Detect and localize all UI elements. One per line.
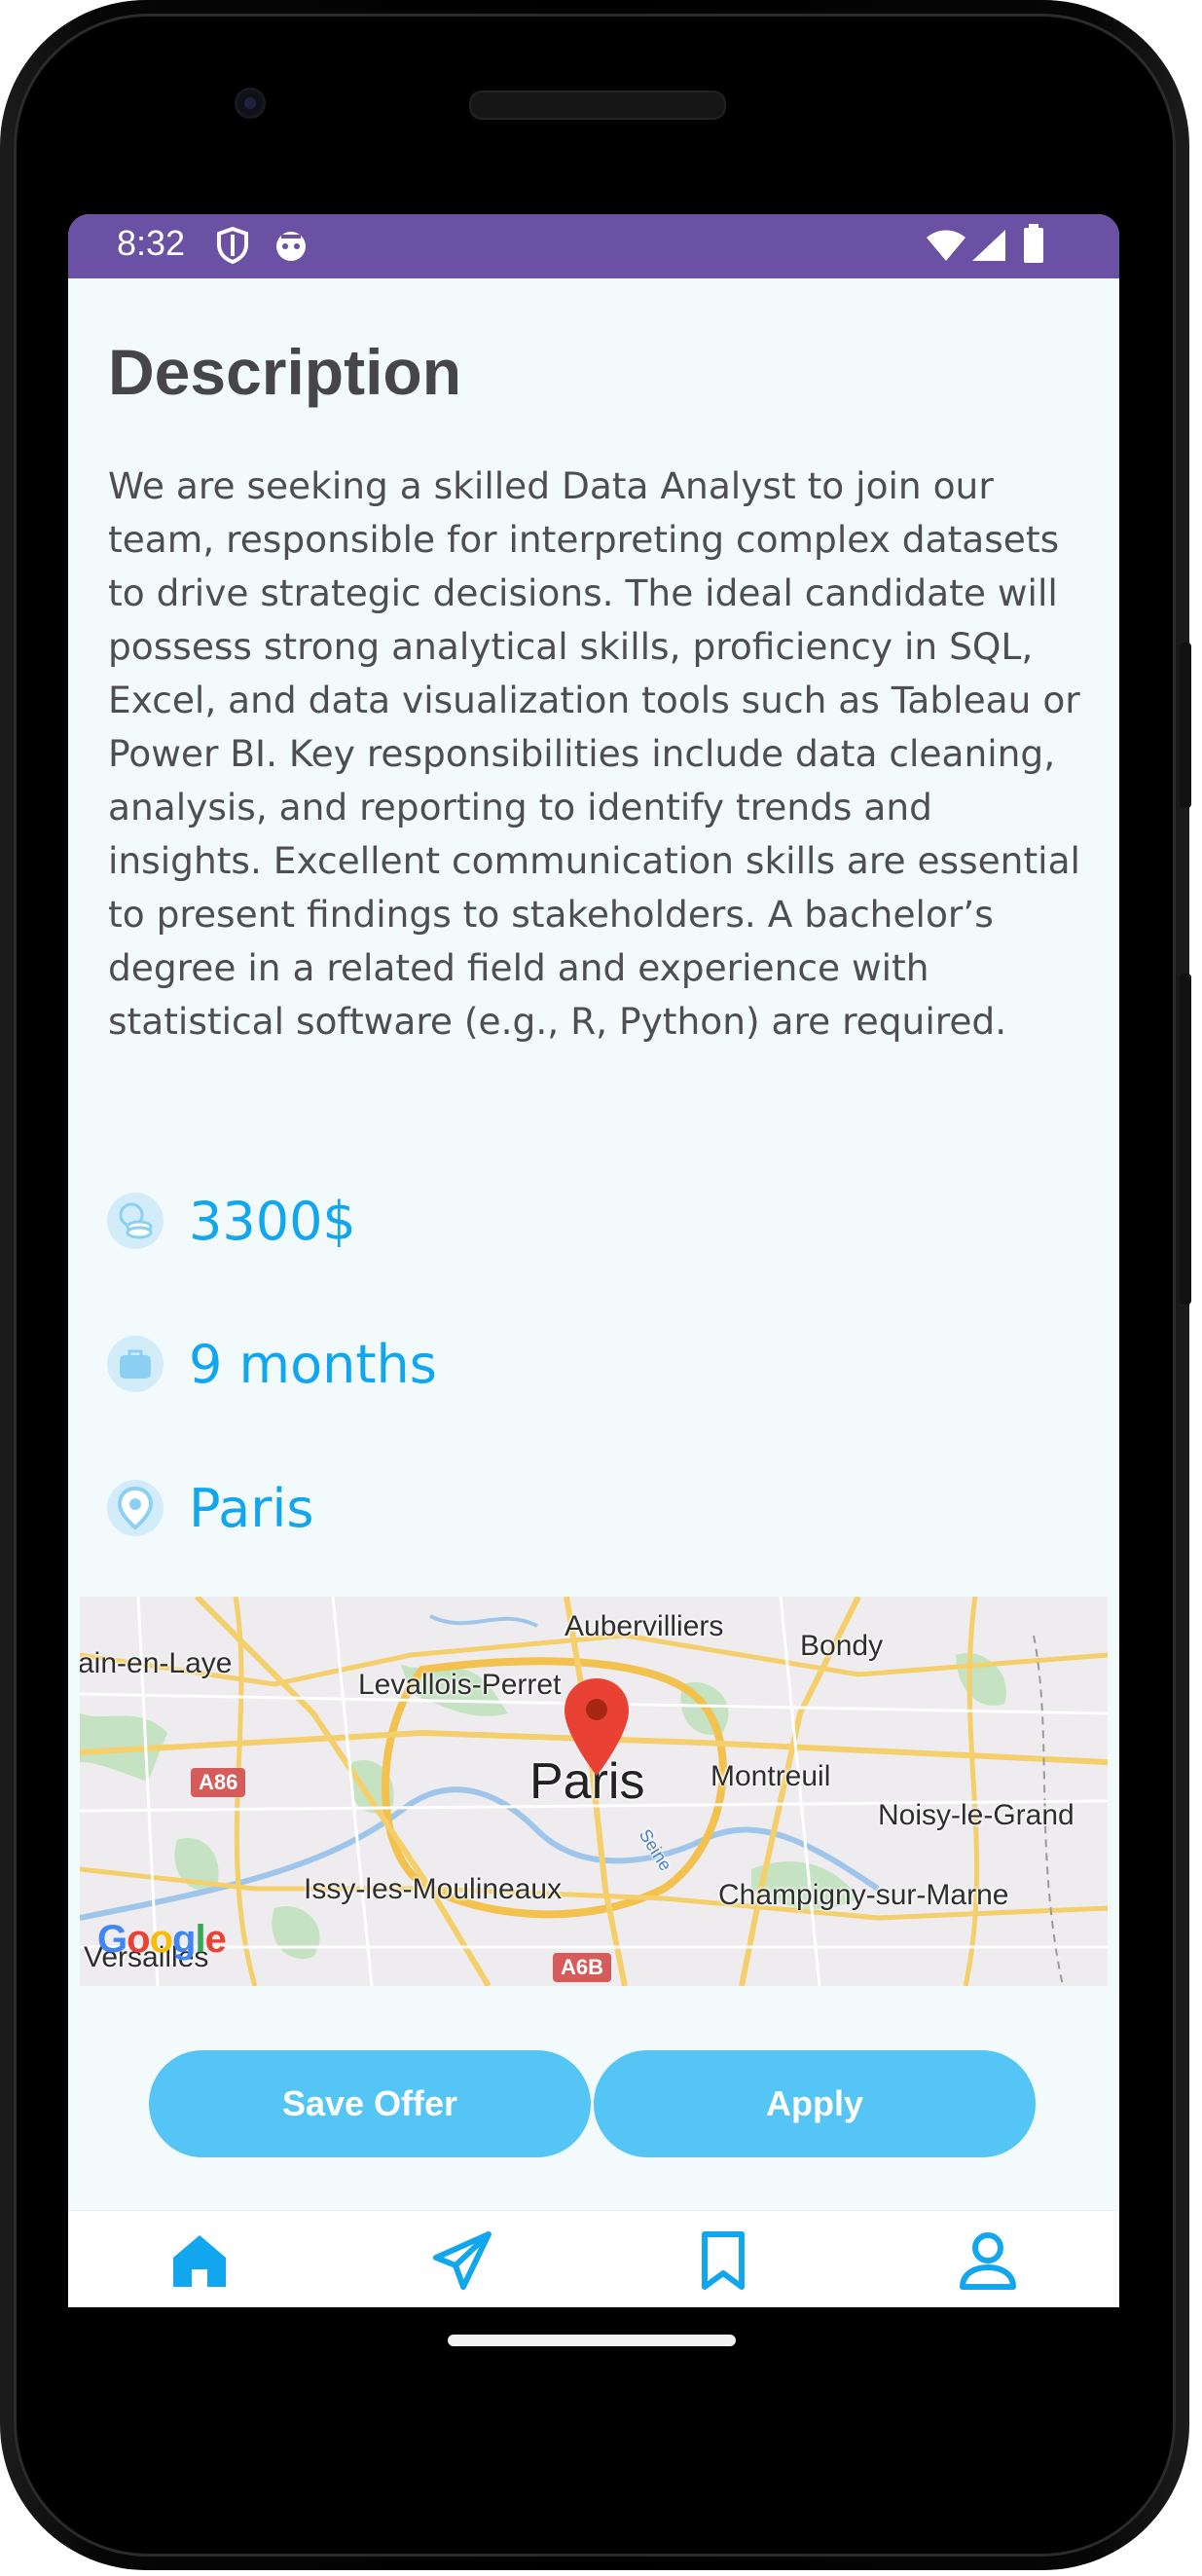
location-value: Paris (189, 1477, 314, 1539)
status-bar: 8:32 (68, 214, 1119, 278)
briefcase-icon (107, 1336, 164, 1392)
battery-icon (1022, 224, 1045, 269)
map-label-issy: Issy-les-Moulineaux (304, 1873, 563, 1905)
earpiece-speaker (469, 91, 726, 120)
duration-value: 9 months (189, 1333, 437, 1395)
coins-icon (107, 1193, 164, 1249)
shield-icon (216, 226, 249, 269)
map-label-aubervilliers: Aubervilliers (565, 1610, 724, 1642)
android-face-icon (273, 226, 310, 269)
bookmark-icon[interactable] (693, 2230, 753, 2291)
profile-icon[interactable] (958, 2230, 1018, 2291)
send-icon[interactable] (432, 2230, 492, 2291)
description-text: We are seeking a skilled Data Analyst to… (108, 464, 1080, 1043)
home-icon[interactable] (169, 2230, 230, 2291)
phone-frame: 8:32 Description We are seeking a skille… (0, 0, 1191, 2570)
map-label-bondy: Bondy (800, 1630, 884, 1662)
wifi-icon (925, 228, 967, 267)
location-map[interactable]: Aubervilliers Bondy ain-en-Laye Levalloi… (80, 1597, 1108, 1986)
map-label-champigny: Champigny-sur-Marne (718, 1879, 1009, 1911)
bottom-navigation (68, 2210, 1119, 2307)
road-shield-a6b: A6B (553, 1953, 612, 1982)
home-indicator[interactable] (448, 2335, 736, 2346)
map-label-saint-germain: ain-en-Laye (80, 1647, 233, 1679)
app-screen: 8:32 Description We are seeking a skille… (68, 214, 1119, 2307)
road-shield-a86: A86 (191, 1768, 246, 1797)
salary-row: 3300$ (107, 1187, 356, 1255)
location-marker-icon (107, 1480, 164, 1536)
apply-button[interactable]: Apply (594, 2050, 1036, 2157)
map-label-noisy: Noisy-le-Grand (878, 1799, 1075, 1831)
map-label-montreuil: Montreuil (710, 1760, 831, 1792)
volume-button (1180, 974, 1191, 1305)
map-label-levallois: Levallois-Perret (358, 1669, 562, 1701)
salary-value: 3300$ (189, 1190, 356, 1252)
save-offer-button[interactable]: Save Offer (149, 2050, 591, 2157)
location-row: Paris (107, 1474, 314, 1542)
google-logo: Google (97, 1918, 227, 1961)
power-button (1180, 643, 1191, 808)
status-time: 8:32 (117, 223, 186, 263)
signal-icon (968, 228, 1007, 267)
duration-row: 9 months (107, 1330, 437, 1398)
description-title: Description (108, 336, 462, 408)
front-camera (235, 88, 266, 119)
